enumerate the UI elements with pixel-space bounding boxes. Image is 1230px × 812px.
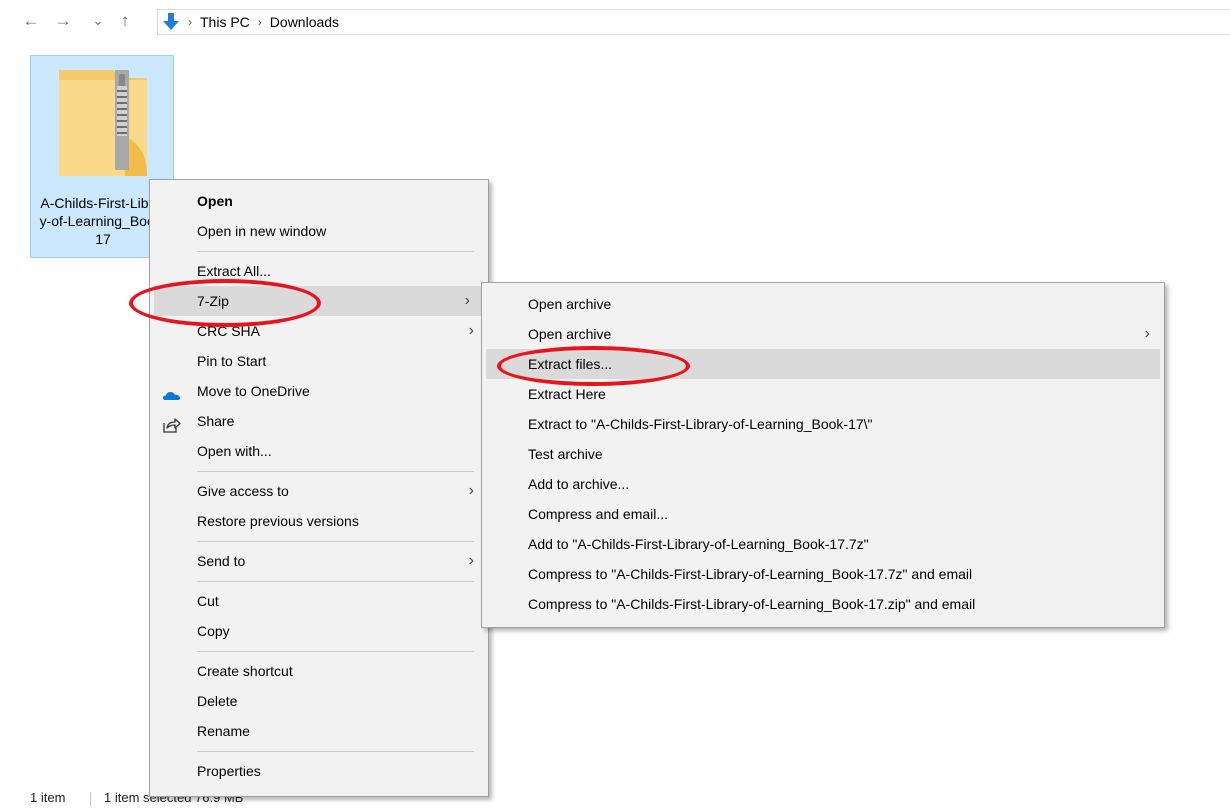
menu-item-send-to[interactable]: Send to › xyxy=(150,546,488,576)
status-item-count: 1 item xyxy=(30,790,66,805)
menu-item-give-access-label: Give access to xyxy=(197,483,289,499)
submenu-item-add-to-archive[interactable]: Add to archive... xyxy=(482,469,1164,499)
menu-item-share[interactable]: Share xyxy=(150,406,488,436)
up-button[interactable]: ↑ xyxy=(114,10,136,32)
menu-item-extract-all[interactable]: Extract All... xyxy=(150,256,488,286)
status-divider xyxy=(90,792,91,806)
submenu-arrow-icon: › xyxy=(464,292,470,309)
submenu-item-compress-zip-email[interactable]: Compress to "A-Childs-First-Library-of-L… xyxy=(482,589,1164,619)
breadcrumb-separator: › xyxy=(188,15,192,29)
submenu-arrow-icon: › xyxy=(468,482,474,499)
menu-item-create-shortcut[interactable]: Create shortcut xyxy=(150,656,488,686)
share-icon xyxy=(163,413,181,433)
menu-item-restore-versions[interactable]: Restore previous versions xyxy=(150,506,488,536)
downloads-arrow-icon xyxy=(162,12,180,32)
menu-item-onedrive-label: Move to OneDrive xyxy=(197,383,310,399)
menu-item-send-to-label: Send to xyxy=(197,553,246,569)
file-explorer-window: ← → ⌄ ↑ › This PC › Downloads A-Childs-F… xyxy=(0,0,1230,812)
menu-item-pin-to-start[interactable]: Pin to Start xyxy=(150,346,488,376)
menu-separator xyxy=(197,471,474,472)
menu-separator xyxy=(197,581,474,582)
submenu-item-open-archive-more[interactable]: Open archive › xyxy=(482,319,1164,349)
menu-separator xyxy=(197,751,474,752)
address-bar[interactable]: › This PC › Downloads xyxy=(157,9,1230,35)
7zip-submenu: Open archive Open archive › Extract file… xyxy=(481,282,1165,628)
menu-item-open[interactable]: Open xyxy=(150,186,488,216)
menu-item-properties[interactable]: Properties xyxy=(150,756,488,786)
menu-item-copy[interactable]: Copy xyxy=(150,616,488,646)
menu-item-7zip-label: 7-Zip xyxy=(197,293,229,309)
submenu-arrow-icon: › xyxy=(1144,325,1150,342)
submenu-item-compress-email[interactable]: Compress and email... xyxy=(482,499,1164,529)
menu-item-rename[interactable]: Rename xyxy=(150,716,488,746)
submenu-item-extract-here[interactable]: Extract Here xyxy=(482,379,1164,409)
submenu-item-add-to-7z[interactable]: Add to "A-Childs-First-Library-of-Learni… xyxy=(482,529,1164,559)
menu-item-7zip[interactable]: 7-Zip › xyxy=(154,286,484,316)
menu-item-give-access[interactable]: Give access to › xyxy=(150,476,488,506)
context-menu: Open Open in new window Extract All... 7… xyxy=(149,179,489,797)
breadcrumb-separator: › xyxy=(257,15,262,29)
submenu-item-compress-7z-email[interactable]: Compress to "A-Childs-First-Library-of-L… xyxy=(482,559,1164,589)
submenu-item-extract-files[interactable]: Extract files... xyxy=(486,349,1160,379)
menu-item-crc-sha-label: CRC SHA xyxy=(197,323,261,339)
submenu-arrow-icon: › xyxy=(468,552,474,569)
submenu-item-open-archive[interactable]: Open archive xyxy=(482,289,1164,319)
submenu-arrow-icon: › xyxy=(468,322,474,339)
navigation-bar: ← → ⌄ ↑ › This PC › Downloads xyxy=(0,0,1230,44)
submenu-item-extract-to-folder[interactable]: Extract to "A-Childs-First-Library-of-Le… xyxy=(482,409,1164,439)
breadcrumb-this-pc[interactable]: This PC xyxy=(200,14,250,30)
menu-item-delete[interactable]: Delete xyxy=(150,686,488,716)
menu-item-move-to-onedrive[interactable]: Move to OneDrive xyxy=(150,376,488,406)
zip-folder-icon xyxy=(55,66,151,181)
menu-item-cut[interactable]: Cut xyxy=(150,586,488,616)
submenu-item-test-archive[interactable]: Test archive xyxy=(482,439,1164,469)
menu-separator xyxy=(197,651,474,652)
onedrive-cloud-icon xyxy=(163,383,181,400)
recent-locations-button[interactable]: ⌄ xyxy=(90,10,106,32)
menu-separator xyxy=(197,541,474,542)
forward-button[interactable]: → xyxy=(52,10,74,32)
menu-item-open-with[interactable]: Open with... xyxy=(150,436,488,466)
submenu-item-open-archive-more-label: Open archive xyxy=(528,326,612,342)
menu-item-crc-sha[interactable]: CRC SHA › xyxy=(150,316,488,346)
menu-item-open-new-window[interactable]: Open in new window xyxy=(150,216,488,246)
breadcrumb-downloads[interactable]: Downloads xyxy=(270,14,339,30)
menu-separator xyxy=(197,251,474,252)
back-button[interactable]: ← xyxy=(20,10,42,32)
menu-item-share-label: Share xyxy=(197,413,235,429)
